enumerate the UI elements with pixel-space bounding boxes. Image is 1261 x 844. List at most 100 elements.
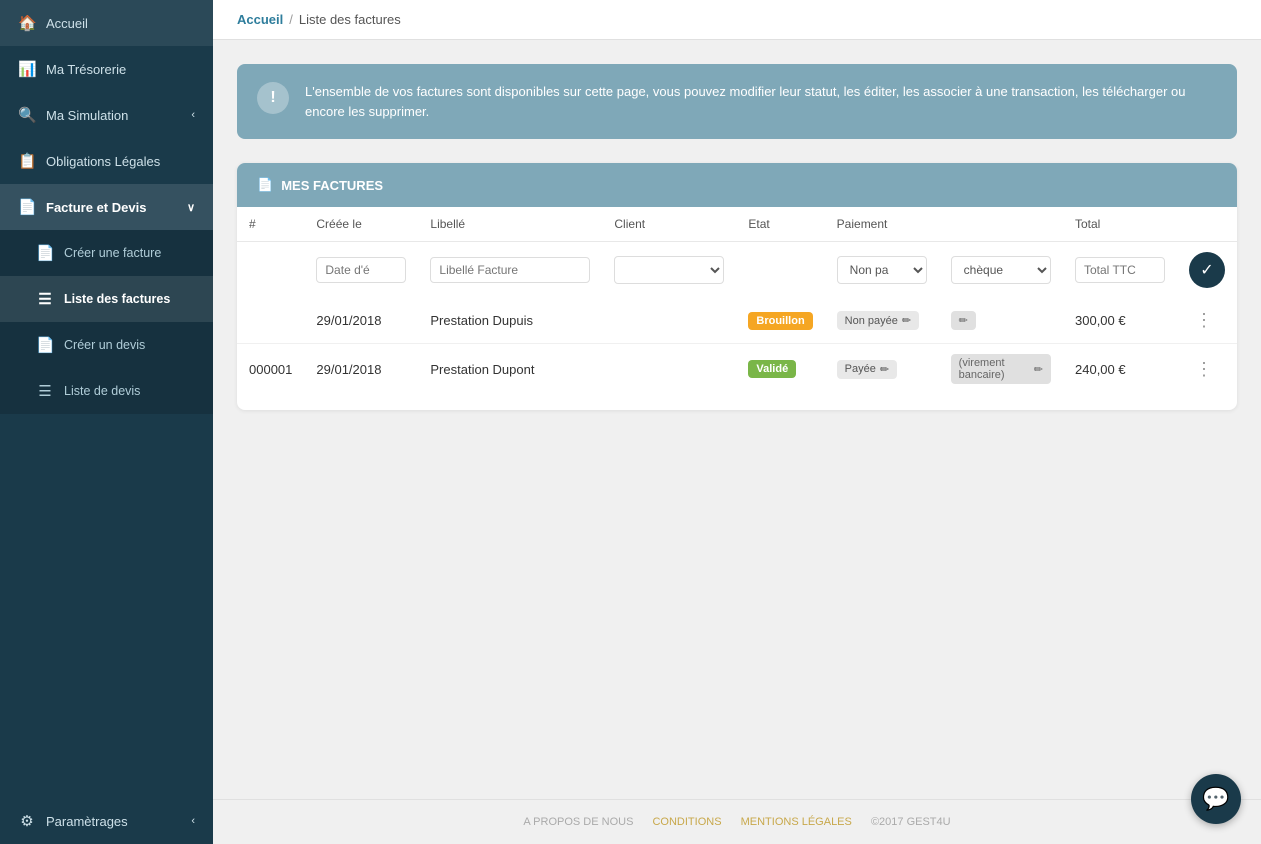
filter-mode-select[interactable]: chèque: [951, 256, 1051, 284]
row1-mode: ✏: [939, 298, 1063, 344]
filter-mode-cell: chèque: [939, 242, 1063, 299]
row2-date: 29/01/2018: [304, 344, 418, 395]
info-icon: !: [257, 82, 289, 114]
sidebar-item-creer-facture[interactable]: 📄 Créer une facture: [0, 230, 213, 276]
filter-date-input[interactable]: [316, 257, 406, 283]
footer-conditions-link[interactable]: CONDITIONS: [652, 816, 721, 828]
col-actions: [1177, 207, 1237, 242]
table-header-row: # Créée le Libellé Client Etat Paiement …: [237, 207, 1237, 242]
col-date: Créée le: [304, 207, 418, 242]
col-libelle: Libellé: [418, 207, 602, 242]
row2-total: 240,00 €: [1063, 344, 1177, 395]
filter-libelle-cell: [418, 242, 602, 299]
facture-icon: 📄: [18, 198, 36, 216]
row2-libelle: Prestation Dupont: [418, 344, 602, 395]
sidebar: 🏠 Accueil 📊 Ma Trésorerie 🔍 Ma Simulatio…: [0, 0, 213, 844]
factures-table: # Créée le Libellé Client Etat Paiement …: [237, 207, 1237, 394]
table-row: 29/01/2018 Prestation Dupuis Brouillon N…: [237, 298, 1237, 344]
filter-etat-cell: [736, 242, 824, 299]
row1-mode-badge: ✏: [951, 311, 976, 330]
row1-mode-pencil-icon[interactable]: ✏: [959, 314, 968, 327]
chat-button[interactable]: 💬: [1191, 774, 1241, 824]
chevron-simulation-icon: ‹: [191, 109, 195, 121]
breadcrumb-home[interactable]: Accueil: [237, 12, 283, 27]
chat-icon: 💬: [1202, 786, 1229, 812]
row2-actions: ⋮: [1177, 344, 1237, 395]
filter-paiement-cell: Non pa: [825, 242, 939, 299]
row2-more-button[interactable]: ⋮: [1189, 357, 1219, 382]
sidebar-item-obligations[interactable]: 📋 Obligations Légales: [0, 138, 213, 184]
filter-libelle-input[interactable]: [430, 257, 590, 283]
table-row: 000001 29/01/2018 Prestation Dupont Vali…: [237, 344, 1237, 395]
sidebar-item-accueil[interactable]: 🏠 Accueil: [0, 0, 213, 46]
row1-more-button[interactable]: ⋮: [1189, 308, 1219, 333]
filter-client-select[interactable]: [614, 256, 724, 284]
filter-client-cell: [602, 242, 736, 299]
chevron-parametrages-icon: ‹: [191, 815, 195, 827]
footer-copyright: ©2017 GEST4U: [871, 816, 951, 828]
filter-date-cell: [304, 242, 418, 299]
row2-mode-badge: (virement bancaire) ✏: [951, 354, 1051, 384]
liste-factures-icon: ☰: [36, 290, 54, 308]
filter-confirm-cell: ✓: [1177, 242, 1237, 299]
chevron-facture-icon: ∨: [187, 201, 195, 214]
sidebar-item-tresorerie[interactable]: 📊 Ma Trésorerie: [0, 46, 213, 92]
card-header: 📄 MES FACTURES: [237, 163, 1237, 207]
footer: A PROPOS DE NOUS CONDITIONS MENTIONS LÉG…: [213, 799, 1261, 844]
sidebar-item-simulation[interactable]: 🔍 Ma Simulation ‹: [0, 92, 213, 138]
breadcrumb-current: Liste des factures: [299, 12, 401, 27]
col-client: Client: [602, 207, 736, 242]
info-banner: ! L'ensemble de vos factures sont dispon…: [237, 64, 1237, 139]
tresorerie-icon: 📊: [18, 60, 36, 78]
row2-mode: (virement bancaire) ✏: [939, 344, 1063, 395]
row1-etat-badge: Brouillon: [748, 312, 812, 330]
col-id: #: [237, 207, 304, 242]
parametrages-icon: ⚙: [18, 812, 36, 830]
row2-paiement-badge: Payée ✏: [837, 360, 897, 379]
row2-client: [602, 344, 736, 395]
row1-total: 300,00 €: [1063, 298, 1177, 344]
filter-paiement-select[interactable]: Non pa: [837, 256, 927, 284]
sidebar-item-liste-devis[interactable]: ☰ Liste de devis: [0, 368, 213, 414]
row2-id: 000001: [237, 344, 304, 395]
col-total: Total: [1063, 207, 1177, 242]
factures-card: 📄 MES FACTURES # Créée le Libellé Client…: [237, 163, 1237, 410]
main-content: Accueil / Liste des factures ! L'ensembl…: [213, 0, 1261, 844]
col-etat: Etat: [736, 207, 824, 242]
card-header-icon: 📄: [257, 177, 273, 193]
row1-actions: ⋮: [1177, 298, 1237, 344]
page-content: ! L'ensemble de vos factures sont dispon…: [213, 40, 1261, 799]
facture-submenu: 📄 Créer une facture ☰ Liste des factures…: [0, 230, 213, 414]
sidebar-item-creer-devis[interactable]: 📄 Créer un devis: [0, 322, 213, 368]
row2-etat: Validé: [736, 344, 824, 395]
filter-total-cell: [1063, 242, 1177, 299]
sidebar-item-liste-factures[interactable]: ☰ Liste des factures: [0, 276, 213, 322]
row2-mode-pencil-icon[interactable]: ✏: [1034, 363, 1043, 376]
row2-etat-badge: Validé: [748, 360, 796, 378]
row1-etat: Brouillon: [736, 298, 824, 344]
filter-confirm-button[interactable]: ✓: [1189, 252, 1225, 288]
row1-id: [237, 298, 304, 344]
info-text: L'ensemble de vos factures sont disponib…: [305, 82, 1217, 121]
creer-devis-icon: 📄: [36, 336, 54, 354]
card-title: MES FACTURES: [281, 178, 383, 193]
footer-about-link[interactable]: A PROPOS DE NOUS: [523, 816, 633, 828]
sidebar-item-parametrages[interactable]: ⚙ Paramètrages ‹: [0, 798, 213, 844]
filter-id-cell: [237, 242, 304, 299]
liste-devis-icon: ☰: [36, 382, 54, 400]
row1-paiement-badge: Non payée ✏: [837, 311, 919, 330]
col-paiement: Paiement: [825, 207, 1063, 242]
row1-paiement-edit-icon[interactable]: ✏: [902, 314, 911, 327]
simulation-icon: 🔍: [18, 106, 36, 124]
row1-client: [602, 298, 736, 344]
table-wrapper: # Créée le Libellé Client Etat Paiement …: [237, 207, 1237, 410]
breadcrumb: Accueil / Liste des factures: [213, 0, 1261, 40]
sidebar-item-facture-devis[interactable]: 📄 Facture et Devis ∨: [0, 184, 213, 230]
footer-mentions-link[interactable]: MENTIONS LÉGALES: [741, 816, 852, 828]
creer-facture-icon: 📄: [36, 244, 54, 262]
obligations-icon: 📋: [18, 152, 36, 170]
filter-total-input[interactable]: [1075, 257, 1165, 283]
row2-paiement-edit-icon[interactable]: ✏: [880, 363, 889, 376]
row1-libelle: Prestation Dupuis: [418, 298, 602, 344]
home-icon: 🏠: [18, 14, 36, 32]
